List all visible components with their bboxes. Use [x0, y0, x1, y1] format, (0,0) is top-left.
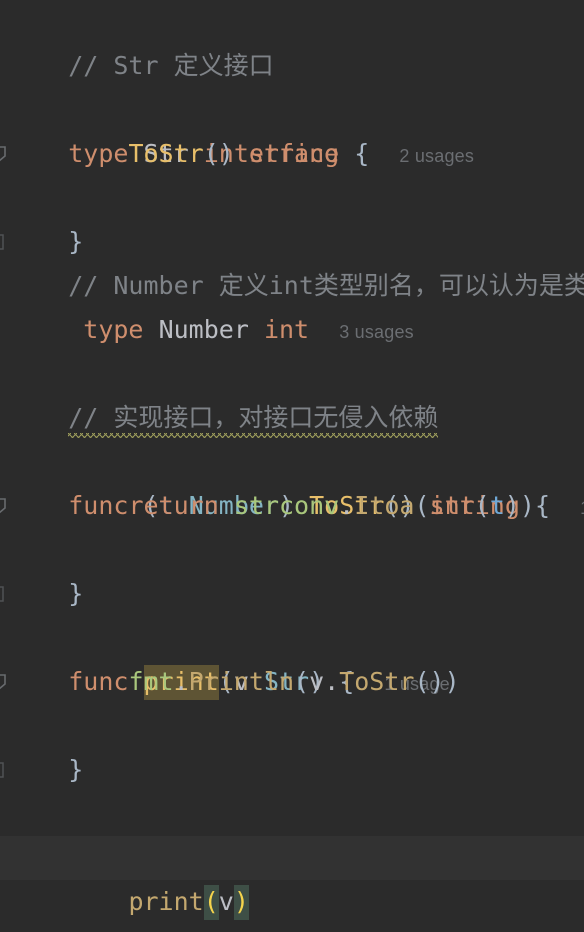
code-line[interactable]: fmt.Println(v.ToStr())	[0, 616, 584, 696]
code-line[interactable]: type Number int 3 usages	[0, 264, 584, 344]
code-line[interactable]: }	[0, 484, 584, 608]
run-or-fold-icon[interactable]	[0, 585, 8, 690]
code-line[interactable]: var v Number = 10	[0, 792, 584, 872]
code-line[interactable]: func print(v Str) { 1 usage	[0, 572, 584, 700]
code-line[interactable]: }	[0, 132, 584, 256]
fold-end-icon[interactable]	[0, 673, 8, 778]
run-main-icon[interactable]	[0, 761, 8, 866]
blank-line[interactable]	[0, 528, 584, 572]
code-line-current[interactable]: print(v)	[0, 836, 584, 920]
blank-line[interactable]	[0, 704, 584, 748]
fold-end-icon[interactable]	[0, 145, 8, 250]
code-editor[interactable]: // Str 定义接口 type Str interface { 2 usage…	[0, 0, 584, 932]
implementing-method-icon[interactable]	[0, 409, 8, 514]
code-line[interactable]: type Str interface { 2 usages	[0, 44, 584, 168]
code-line[interactable]: func (t Number) ToStr() string { 1 usage	[0, 396, 584, 520]
code-line[interactable]: }	[0, 660, 584, 784]
blank-line[interactable]	[0, 308, 584, 352]
code-line[interactable]: // 实现接口，对接口无侵入依赖	[0, 352, 584, 438]
code-line[interactable]: // Number 定义int类型别名，可以认为是类	[0, 220, 584, 300]
fold-end-icon[interactable]	[0, 497, 8, 602]
code-line[interactable]: func main() {	[0, 748, 584, 872]
code-line[interactable]: ToStr() string	[0, 88, 584, 168]
code-line[interactable]: }	[0, 880, 584, 924]
code-line[interactable]: return strconv.Itoa(int(t))	[0, 440, 584, 520]
code-line[interactable]: // Str 定义接口	[0, 0, 584, 80]
fold-end-icon[interactable]	[0, 893, 8, 911]
implemented-interface-icon[interactable]	[0, 57, 8, 162]
blank-line[interactable]	[0, 176, 584, 220]
